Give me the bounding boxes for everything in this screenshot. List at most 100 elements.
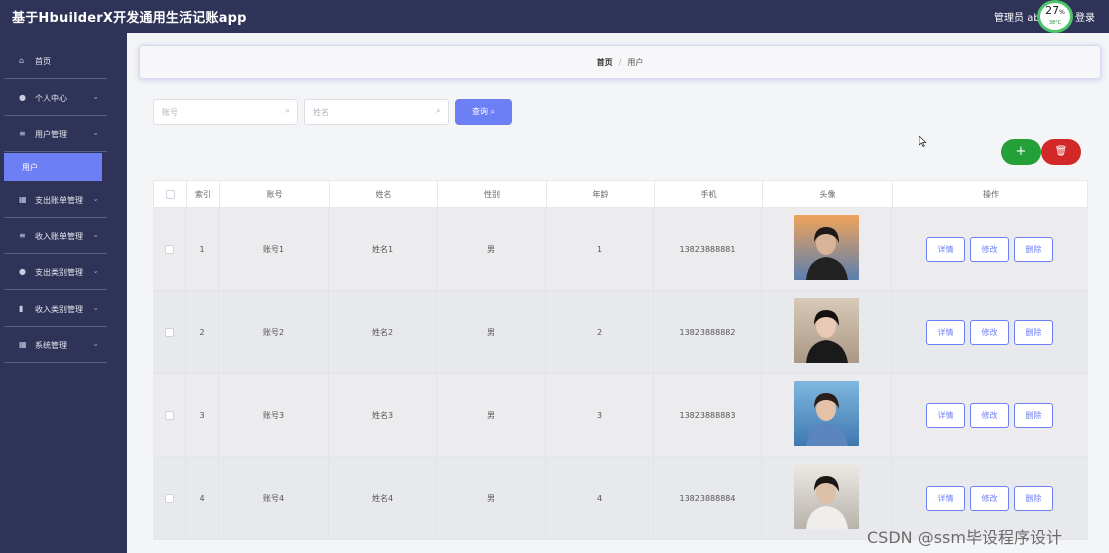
- edit-button[interactable]: 修改: [970, 403, 1009, 428]
- edit-button[interactable]: 修改: [970, 237, 1009, 262]
- sidebar-subitem-label: 用户: [22, 163, 38, 172]
- chevron-down-icon: ⌄: [92, 92, 99, 101]
- sidebar-item-label: 首页: [35, 57, 51, 66]
- header-age: 年龄: [547, 181, 655, 208]
- cell-avatar: [762, 374, 892, 457]
- sidebar-item-income-categories[interactable]: ▮ 收入类别管理 ⌄: [4, 291, 107, 327]
- avatar: [794, 215, 859, 280]
- sidebar-item-expense-categories[interactable]: ● 支出类别管理 ⌄: [4, 254, 107, 290]
- row-checkbox[interactable]: [164, 411, 174, 420]
- sidebar-item-user-management[interactable]: ≡ 用户管理 ⌄: [4, 116, 107, 152]
- sidebar-item-system[interactable]: ▦ 系统管理 ⌄: [4, 327, 107, 363]
- chevron-down-icon: ⌄: [92, 128, 99, 137]
- grid-icon: ▦: [19, 195, 27, 204]
- sidebar-item-label: 收入类别管理: [35, 305, 83, 314]
- bar-chart-icon: ▮: [19, 304, 24, 313]
- cell-account: 账号2: [219, 291, 329, 374]
- top-bar: 基于HbuilderX开发通用生活记账app 管理员 abo 登录 27% 38…: [0, 0, 1109, 33]
- row-checkbox[interactable]: [164, 494, 174, 503]
- sidebar-item-home[interactable]: ⌂ 首页: [4, 43, 107, 79]
- sidebar-item-expense-bills[interactable]: ▦ 支出账单管理 ⌄: [4, 182, 107, 218]
- cell-avatar: [762, 291, 892, 374]
- row-select-cell: [153, 374, 186, 457]
- row-checkbox[interactable]: [164, 245, 174, 254]
- cell-index: 1: [186, 208, 219, 291]
- plus-icon: +: [1015, 144, 1027, 159]
- batch-delete-button[interactable]: 🗑: [1041, 139, 1081, 165]
- detail-button[interactable]: 详情: [926, 237, 965, 262]
- search-icon: ⌕: [490, 107, 496, 116]
- chevron-down-icon: ⌄: [92, 266, 99, 275]
- user-icon: ●: [19, 267, 26, 276]
- name-search-input[interactable]: [313, 100, 433, 124]
- app-title: 基于HbuilderX开发通用生活记账app: [12, 11, 247, 26]
- sidebar-item-label: 支出类别管理: [35, 268, 83, 277]
- sidebar-item-label: 收入账单管理: [35, 232, 83, 241]
- sidebar-item-profile[interactable]: ● 个人中心 ⌄: [4, 80, 107, 116]
- cpu-unit: %: [1059, 9, 1065, 16]
- account-search-field[interactable]: ⌕: [153, 99, 298, 125]
- delete-button[interactable]: 删除: [1014, 486, 1053, 511]
- account-search-input[interactable]: [162, 100, 282, 124]
- cell-account: 账号3: [219, 374, 329, 457]
- row-select-cell: [153, 457, 186, 540]
- chevron-down-icon: ⌄: [92, 303, 99, 312]
- sidebar-subitem-users[interactable]: 用户: [4, 153, 102, 181]
- header-avatar: 头像: [763, 181, 893, 208]
- chevron-down-icon: ⌄: [92, 194, 99, 203]
- cell-name: 姓名4: [329, 457, 437, 540]
- table-header: 索引 账号 姓名 性别 年龄 手机 头像 操作: [153, 180, 1088, 208]
- delete-button[interactable]: 删除: [1014, 403, 1053, 428]
- cell-gender: 男: [437, 374, 546, 457]
- cell-name: 姓名3: [329, 374, 437, 457]
- avatar: [794, 381, 859, 446]
- query-button[interactable]: 查询 ⌕: [455, 99, 512, 125]
- cpu-temp: 38°C: [1048, 20, 1062, 26]
- header-select-all[interactable]: [154, 181, 187, 208]
- cpu-percent: 27: [1045, 4, 1060, 17]
- user-icon: ●: [19, 93, 26, 102]
- detail-button[interactable]: 详情: [926, 486, 965, 511]
- header-account: 账号: [220, 181, 330, 208]
- avatar: [794, 464, 859, 529]
- add-button[interactable]: +: [1001, 139, 1041, 165]
- cell-gender: 男: [437, 291, 546, 374]
- avatar: [794, 298, 859, 363]
- delete-button[interactable]: 删除: [1014, 237, 1053, 262]
- cell-age: 1: [546, 208, 654, 291]
- sidebar-item-income-bills[interactable]: ≡ 收入账单管理 ⌄: [4, 218, 107, 254]
- breadcrumb: 首页 / 用户: [139, 45, 1101, 79]
- sidebar-item-label: 用户管理: [35, 130, 67, 139]
- cell-age: 3: [546, 374, 654, 457]
- row-select-cell: [153, 208, 186, 291]
- cell-avatar: [762, 208, 892, 291]
- delete-button[interactable]: 删除: [1014, 320, 1053, 345]
- cell-phone: 13823888883: [654, 374, 762, 457]
- cell-index: 3: [186, 374, 219, 457]
- query-button-label: 查询: [471, 107, 488, 116]
- edit-button[interactable]: 修改: [970, 320, 1009, 345]
- trash-icon: 🗑: [1054, 146, 1068, 157]
- cell-gender: 男: [437, 457, 546, 540]
- detail-button[interactable]: 详情: [926, 320, 965, 345]
- select-all-checkbox[interactable]: [165, 190, 175, 199]
- cpu-usage-badge: 27% 38°C: [1037, 0, 1073, 33]
- logout-link[interactable]: 登录: [1075, 13, 1095, 24]
- cell-actions: 详情 修改 删除: [892, 374, 1088, 457]
- cell-age: 4: [546, 457, 654, 540]
- row-checkbox[interactable]: [164, 328, 174, 337]
- breadcrumb-separator: /: [618, 58, 622, 67]
- sidebar-item-label: 个人中心: [35, 94, 67, 103]
- header-name: 姓名: [330, 181, 438, 208]
- breadcrumb-current: 用户: [627, 58, 644, 67]
- edit-button[interactable]: 修改: [970, 486, 1009, 511]
- detail-button[interactable]: 详情: [926, 403, 965, 428]
- breadcrumb-home[interactable]: 首页: [597, 58, 613, 67]
- cell-phone: 13823888882: [654, 291, 762, 374]
- cell-actions: 详情 修改 删除: [892, 208, 1088, 291]
- cell-account: 账号1: [219, 208, 329, 291]
- list-icon: ≡: [19, 129, 26, 138]
- users-table: 索引 账号 姓名 性别 年龄 手机 头像 操作 1 账号1 姓名1 男 1 13…: [153, 180, 1088, 540]
- name-search-field[interactable]: ⌕: [304, 99, 449, 125]
- header-actions: 操作: [983, 190, 999, 199]
